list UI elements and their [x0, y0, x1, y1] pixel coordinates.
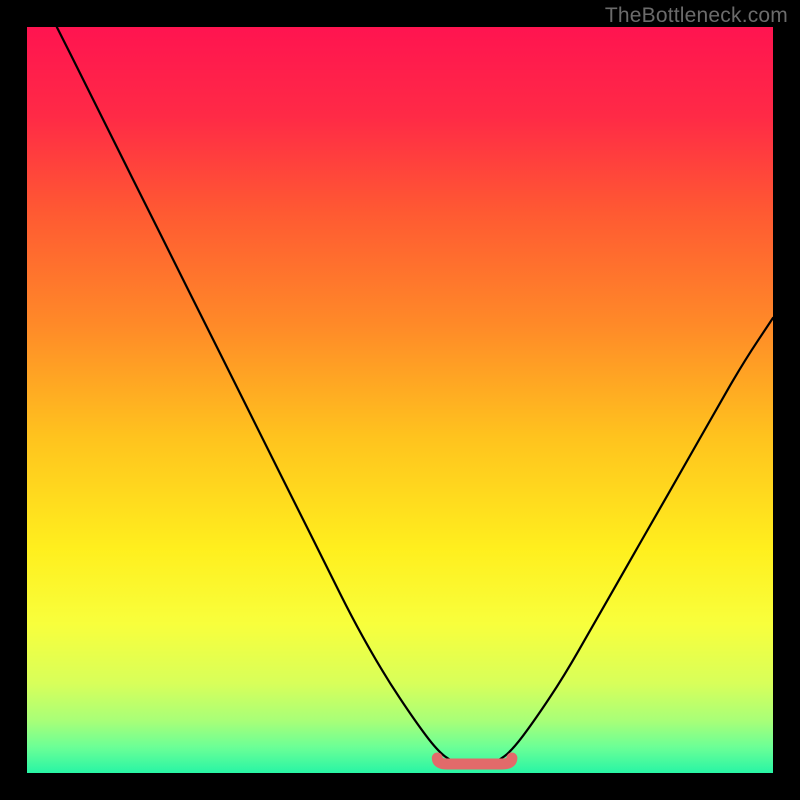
plot-area [27, 27, 773, 773]
optimal-range-highlight [437, 758, 512, 764]
chart-frame: TheBottleneck.com [0, 0, 800, 800]
curve-layer [27, 27, 773, 773]
bottleneck-curve [57, 27, 773, 766]
watermark-text: TheBottleneck.com [605, 4, 788, 28]
